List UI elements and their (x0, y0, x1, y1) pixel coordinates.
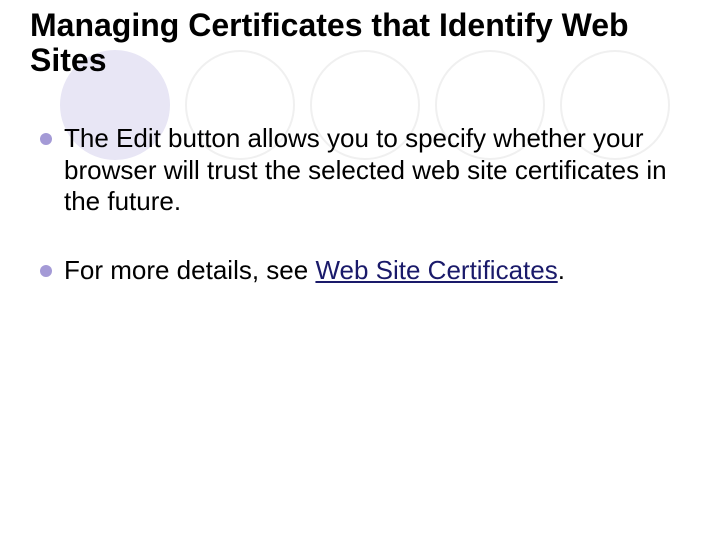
bullet-prefix: For more details, see (64, 255, 315, 285)
web-site-certificates-link[interactable]: Web Site Certificates (315, 255, 557, 285)
list-item: The Edit button allows you to specify wh… (40, 123, 690, 217)
list-item: For more details, see Web Site Certifica… (40, 255, 690, 286)
bullet-text: The Edit button allows you to specify wh… (64, 123, 667, 215)
bullet-icon (40, 133, 52, 145)
slide-content: Managing Certificates that Identify Web … (0, 0, 720, 286)
bullet-icon (40, 265, 52, 277)
bullet-text: For more details, see Web Site Certifica… (64, 255, 565, 285)
bullet-list: The Edit button allows you to specify wh… (40, 123, 690, 286)
page-title: Managing Certificates that Identify Web … (30, 8, 690, 78)
bullet-suffix: . (558, 255, 565, 285)
